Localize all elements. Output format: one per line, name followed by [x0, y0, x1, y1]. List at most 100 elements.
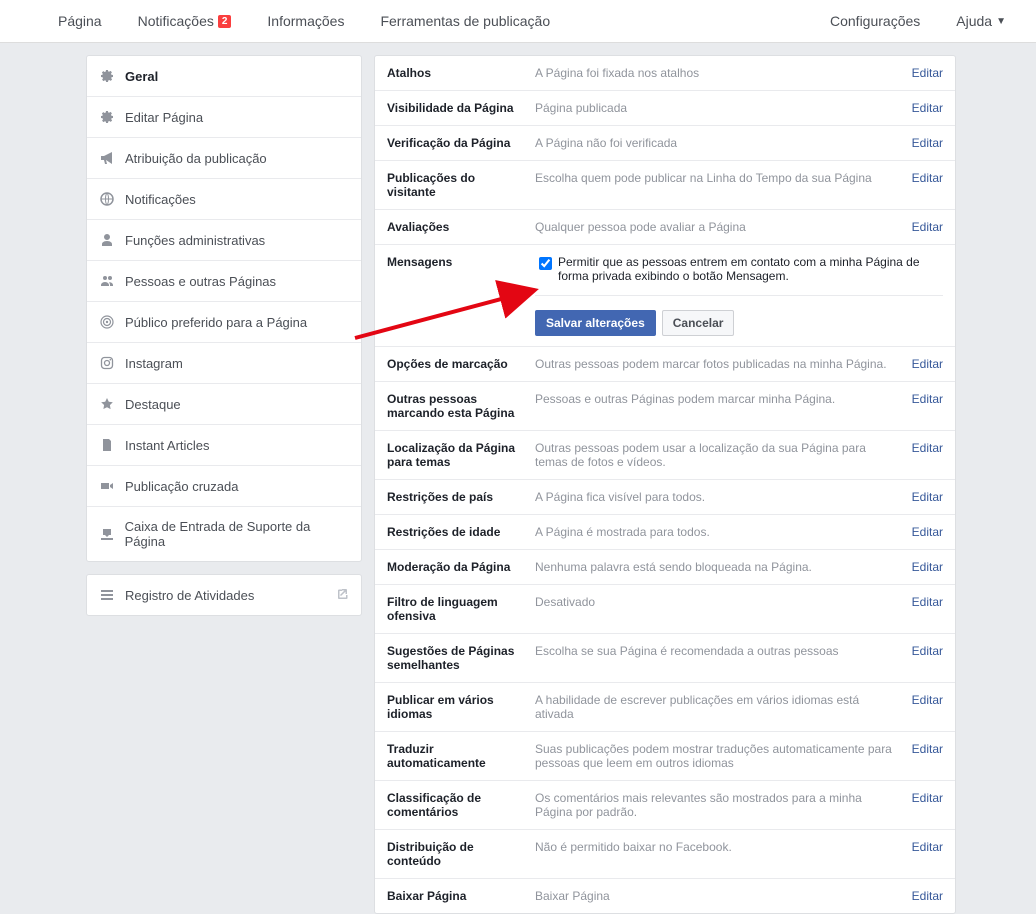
sidebar-item-0[interactable]: Geral [87, 56, 361, 97]
sidebar-item-label: Caixa de Entrada de Suporte da Página [125, 519, 349, 549]
setting-label: Verificação da Página [387, 136, 535, 150]
sidebar-activity-box: Registro de Atividades [86, 574, 362, 616]
messages-checkbox-row[interactable]: Permitir que as pessoas entrem em contat… [535, 255, 943, 296]
setting-row-mensagens: Mensagens Permitir que as pessoas entrem … [375, 245, 955, 347]
setting-desc: A Página fica visível para todos. [535, 490, 900, 504]
setting-desc: Os comentários mais relevantes são mostr… [535, 791, 900, 819]
gear-icon [99, 68, 115, 84]
top-nav: Página Notificações 2 Informações Ferram… [0, 0, 1036, 43]
setting-row-a-0: AtalhosA Página foi fixada nos atalhosEd… [375, 56, 955, 91]
setting-row-b-8: Publicar em vários idiomasA habilidade d… [375, 683, 955, 732]
setting-desc: Pessoas e outras Páginas podem marcar mi… [535, 392, 900, 420]
setting-label: Moderação da Página [387, 560, 535, 574]
nav-configuracoes[interactable]: Configurações [812, 1, 938, 41]
edit-link[interactable]: Editar [912, 791, 943, 819]
setting-label: Mensagens [387, 255, 535, 336]
sidebar-menu: Geral Editar Página Atribuição da publicaç… [86, 55, 362, 562]
sidebar-item-label: Destaque [125, 397, 181, 412]
video-icon [99, 478, 115, 494]
setting-label: Restrições de país [387, 490, 535, 504]
inbox-icon [99, 526, 115, 542]
setting-label: Outras pessoas marcando esta Página [387, 392, 535, 420]
edit-link[interactable]: Editar [912, 490, 943, 504]
setting-label: Restrições de idade [387, 525, 535, 539]
setting-row-b-0: Opções de marcaçãoOutras pessoas podem m… [375, 347, 955, 382]
edit-link[interactable]: Editar [912, 66, 943, 80]
edit-link[interactable]: Editar [912, 595, 943, 623]
sidebar-item-label: Editar Página [125, 110, 203, 125]
edit-link[interactable]: Editar [912, 693, 943, 721]
star-icon [99, 396, 115, 412]
setting-label: Filtro de linguagem ofensiva [387, 595, 535, 623]
edit-link[interactable]: Editar [912, 840, 943, 868]
messages-expanded: Permitir que as pessoas entrem em contat… [535, 255, 943, 336]
setting-desc: Página publicada [535, 101, 900, 115]
edit-link[interactable]: Editar [912, 101, 943, 115]
settings-panel: AtalhosA Página foi fixada nos atalhosEd… [374, 55, 956, 914]
sidebar-item-label: Publicação cruzada [125, 479, 238, 494]
setting-label: Publicar em vários idiomas [387, 693, 535, 721]
edit-link[interactable]: Editar [912, 357, 943, 371]
setting-row-b-4: Restrições de idadeA Página é mostrada p… [375, 515, 955, 550]
sidebar-item-6[interactable]: Público preferido para a Página [87, 302, 361, 343]
messages-checkbox-label: Permitir que as pessoas entrem em contat… [558, 255, 943, 283]
sidebar-item-5[interactable]: Pessoas e outras Páginas [87, 261, 361, 302]
sidebar: Geral Editar Página Atribuição da publicaç… [86, 55, 362, 914]
sidebar-item-3[interactable]: Notificações [87, 179, 361, 220]
megaphone-icon [99, 150, 115, 166]
edit-link[interactable]: Editar [912, 136, 943, 150]
edit-link[interactable]: Editar [912, 560, 943, 574]
main-container: Geral Editar Página Atribuição da publicaç… [86, 55, 956, 914]
setting-row-a-2: Verificação da PáginaA Página não foi ve… [375, 126, 955, 161]
setting-row-b-12: Baixar PáginaBaixar PáginaEditar [375, 879, 955, 913]
edit-link[interactable]: Editar [912, 742, 943, 770]
edit-link[interactable]: Editar [912, 392, 943, 420]
nav-ajuda[interactable]: Ajuda ▼ [938, 1, 1024, 41]
edit-link[interactable]: Editar [912, 644, 943, 672]
nav-pagina[interactable]: Página [40, 1, 120, 41]
edit-link[interactable]: Editar [912, 220, 943, 234]
setting-row-b-3: Restrições de paísA Página fica visível … [375, 480, 955, 515]
nav-left: Página Notificações 2 Informações Ferram… [40, 1, 568, 41]
sidebar-item-7[interactable]: Instagram [87, 343, 361, 384]
sidebar-item-label: Público preferido para a Página [125, 315, 307, 330]
dropdown-caret-icon: ▼ [996, 16, 1006, 27]
setting-label: Distribuição de conteúdo [387, 840, 535, 868]
edit-link[interactable]: Editar [912, 171, 943, 199]
messages-buttons: Salvar alteraçõesCancelar [535, 310, 943, 336]
sidebar-item-2[interactable]: Atribuição da publicação [87, 138, 361, 179]
cancel-button[interactable]: Cancelar [662, 310, 735, 336]
sidebar-item-10[interactable]: Publicação cruzada [87, 466, 361, 507]
setting-label: Opções de marcação [387, 357, 535, 371]
setting-desc: Outras pessoas podem marcar fotos public… [535, 357, 900, 371]
nav-notificacoes[interactable]: Notificações 2 [120, 1, 250, 41]
nav-informacoes[interactable]: Informações [249, 1, 362, 41]
setting-desc: Nenhuma palavra está sendo bloqueada na … [535, 560, 900, 574]
setting-desc: Outras pessoas podem usar a localização … [535, 441, 900, 469]
setting-label: Publicações do visitante [387, 171, 535, 199]
setting-desc: Não é permitido baixar no Facebook. [535, 840, 900, 868]
sidebar-item-9[interactable]: Instant Articles [87, 425, 361, 466]
messages-checkbox[interactable] [539, 257, 552, 270]
sidebar-item-label: Funções administrativas [125, 233, 265, 248]
setting-desc: Qualquer pessoa pode avaliar a Página [535, 220, 900, 234]
edit-link[interactable]: Editar [912, 889, 943, 903]
sidebar-item-8[interactable]: Destaque [87, 384, 361, 425]
setting-desc: A Página é mostrada para todos. [535, 525, 900, 539]
setting-row-b-2: Localização da Página para temasOutras p… [375, 431, 955, 480]
edit-link[interactable]: Editar [912, 441, 943, 469]
sidebar-item-11[interactable]: Caixa de Entrada de Suporte da Página [87, 507, 361, 561]
edit-link[interactable]: Editar [912, 525, 943, 539]
sidebar-item-activity-log[interactable]: Registro de Atividades [87, 575, 361, 615]
sidebar-item-4[interactable]: Funções administrativas [87, 220, 361, 261]
nav-label: Informações [267, 13, 344, 29]
nav-ferramentas[interactable]: Ferramentas de publicação [362, 1, 568, 41]
setting-row-b-10: Classificação de comentáriosOs comentári… [375, 781, 955, 830]
save-button[interactable]: Salvar alterações [535, 310, 656, 336]
sidebar-item-1[interactable]: Editar Página [87, 97, 361, 138]
sidebar-item-label: Notificações [125, 192, 196, 207]
nav-right: Configurações Ajuda ▼ [812, 1, 1024, 41]
page-icon [99, 437, 115, 453]
nav-label: Ferramentas de publicação [380, 13, 550, 29]
setting-label: Visibilidade da Página [387, 101, 535, 115]
